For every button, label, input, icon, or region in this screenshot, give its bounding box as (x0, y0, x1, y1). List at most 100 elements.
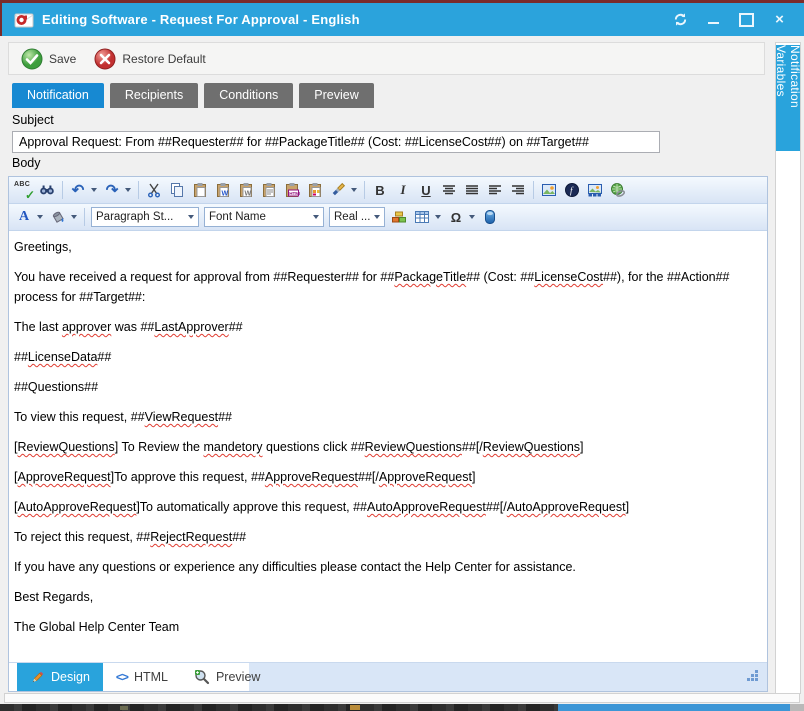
insert-symbol-button[interactable]: Ω (445, 206, 467, 228)
notification-variables-tab[interactable]: Notification Variables (776, 45, 800, 151)
body-paragraph: If you have any questions or experience … (14, 557, 759, 577)
image-icon (541, 182, 557, 198)
app-icon (14, 12, 34, 28)
subject-input[interactable] (12, 131, 660, 153)
tab-preview-mode[interactable]: Preview (181, 663, 273, 691)
media-icon (587, 182, 603, 198)
align-right-icon (510, 182, 526, 198)
italic-button[interactable]: I (392, 179, 414, 201)
bold-button[interactable]: B (369, 179, 391, 201)
align-center-button[interactable] (438, 179, 460, 201)
separator (84, 208, 85, 226)
minimize-button[interactable] (697, 7, 730, 33)
paste-html-icon: HTML (284, 182, 300, 198)
tab-html[interactable]: <> HTML (103, 663, 181, 691)
underline-button[interactable]: U (415, 179, 437, 201)
copy-icon (169, 182, 185, 198)
align-right-button[interactable] (507, 179, 529, 201)
font-name-select[interactable]: Font Name (204, 207, 324, 227)
restore-x-icon (94, 48, 116, 70)
paste-plain-text-button[interactable] (258, 179, 280, 201)
format-painter-dropdown-arrow-icon[interactable] (351, 188, 357, 192)
dropdown-arrow-icon (374, 215, 380, 219)
insert-object-button[interactable] (479, 206, 501, 228)
body-paragraph: To reject this request, ##RejectRequest#… (14, 527, 759, 547)
cut-button[interactable] (143, 179, 165, 201)
undo-icon: ↶ (72, 183, 85, 198)
redo-dropdown-arrow-icon[interactable] (125, 188, 131, 192)
insert-object-icon (482, 209, 498, 225)
table-icon (414, 209, 430, 225)
paste-word-clean-button[interactable]: W (235, 179, 257, 201)
insert-flash-button[interactable]: f (561, 179, 583, 201)
insert-table-button[interactable] (411, 206, 433, 228)
insert-media-button[interactable] (584, 179, 606, 201)
paste-word-icon: W (215, 182, 231, 198)
spellcheck-button[interactable]: ABC✓ (13, 179, 35, 201)
desktop-blue-band (558, 704, 790, 711)
tab-notification[interactable]: Notification (12, 83, 104, 108)
tab-preview-label: Preview (216, 670, 260, 684)
align-left-button[interactable] (484, 179, 506, 201)
body-paragraph: You have received a request for approval… (14, 267, 759, 307)
svg-text:HTML: HTML (289, 191, 300, 196)
save-button[interactable]: Save (21, 48, 76, 70)
paint-bucket-icon (50, 209, 66, 225)
window-title: Editing Software - Request For Approval … (42, 12, 360, 27)
align-justify-icon (464, 182, 480, 198)
dropdown-arrow-icon (188, 215, 194, 219)
body-paragraph: To view this request, ##ViewRequest## (14, 407, 759, 427)
paste-special-button[interactable] (304, 179, 326, 201)
format-painter-icon (330, 182, 346, 198)
close-button[interactable]: × (763, 7, 796, 33)
maximize-button[interactable] (730, 7, 763, 33)
insert-hyperlink-button[interactable] (607, 179, 629, 201)
restore-default-button[interactable]: Restore Default (94, 48, 205, 70)
body-paragraph: ##LicenseData## (14, 347, 759, 367)
copy-button[interactable] (166, 179, 188, 201)
find-replace-button[interactable] (36, 179, 58, 201)
editor-toolbar-row2: A Paragraph St... (9, 204, 767, 231)
font-size-select[interactable]: Real ... (329, 207, 385, 227)
align-left-icon (487, 182, 503, 198)
body-paragraph: ##Questions## (14, 377, 759, 397)
background-color-button[interactable] (47, 206, 69, 228)
insert-image-button[interactable] (538, 179, 560, 201)
align-justify-button[interactable] (461, 179, 483, 201)
pencil-icon (30, 670, 45, 685)
symbol-dropdown-arrow-icon[interactable] (469, 215, 475, 219)
body-paragraph: Greetings, (14, 237, 759, 257)
redo-button[interactable]: ↷ (101, 179, 123, 201)
table-dropdown-arrow-icon[interactable] (435, 215, 441, 219)
tab-design[interactable]: Design (17, 663, 103, 691)
paste-special-icon (307, 182, 323, 198)
refresh-button[interactable] (664, 7, 697, 33)
paste-as-html-button[interactable]: HTML (281, 179, 303, 201)
paste-button[interactable] (189, 179, 211, 201)
body-paragraph: Best Regards, (14, 587, 759, 607)
snippet-blocks-icon (391, 209, 407, 225)
insert-snippet-button[interactable] (388, 206, 410, 228)
format-painter-button[interactable] (327, 179, 349, 201)
separator (62, 181, 63, 199)
font-color-icon: A (19, 209, 29, 225)
tab-recipients[interactable]: Recipients (110, 83, 198, 108)
undo-dropdown-arrow-icon[interactable] (91, 188, 97, 192)
font-name-value: Font Name (209, 211, 266, 223)
separator (138, 181, 139, 199)
desktop-right-band (790, 704, 804, 711)
hyperlink-globe-icon (610, 182, 626, 198)
bold-icon: B (375, 183, 384, 198)
undo-button[interactable]: ↶ (67, 179, 89, 201)
font-color-button[interactable]: A (13, 206, 35, 228)
paste-from-word-button[interactable]: W (212, 179, 234, 201)
resize-grip[interactable] (746, 669, 759, 687)
tab-preview[interactable]: Preview (299, 83, 373, 108)
background-color-dropdown-arrow-icon[interactable] (71, 215, 77, 219)
editor-body[interactable]: Greetings, You have received a request fo… (9, 231, 767, 662)
separator (533, 181, 534, 199)
tab-conditions[interactable]: Conditions (204, 83, 293, 108)
paragraph-style-select[interactable]: Paragraph St... (91, 207, 199, 227)
align-center-icon (441, 182, 457, 198)
font-color-dropdown-arrow-icon[interactable] (37, 215, 43, 219)
